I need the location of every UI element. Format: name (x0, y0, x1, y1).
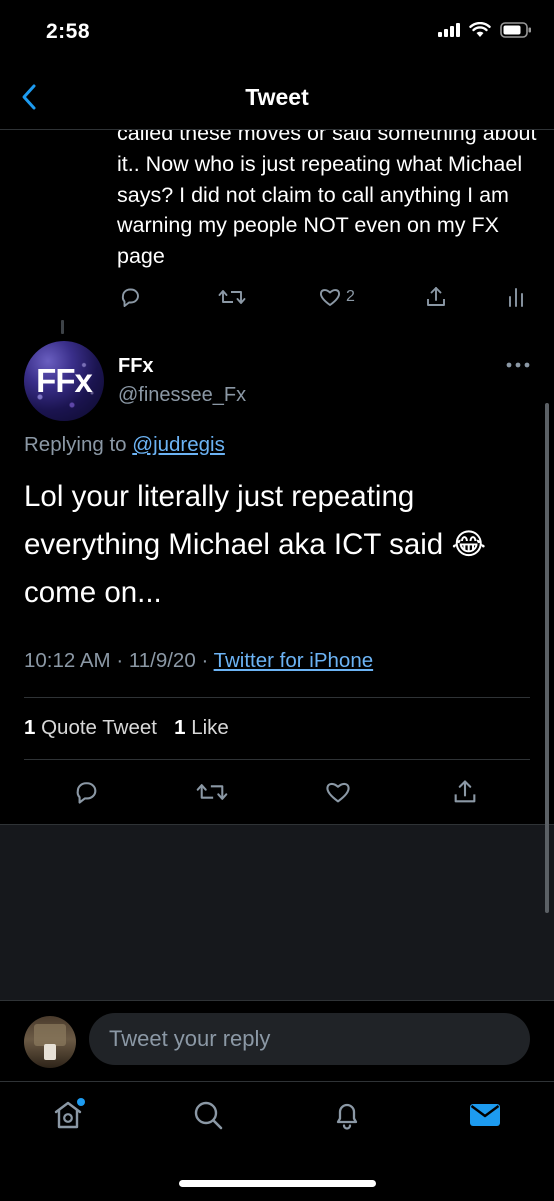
parent-tweet-actions: 2 (104, 282, 534, 312)
bell-icon (329, 1097, 365, 1133)
avatar[interactable]: FFx (24, 341, 104, 421)
retweet-button[interactable] (196, 775, 228, 809)
parent-like-button[interactable]: 2 (318, 282, 355, 312)
search-icon (190, 1097, 226, 1133)
status-icons (438, 22, 532, 38)
empty-replies-area (0, 824, 554, 1001)
current-user-avatar[interactable] (24, 1016, 76, 1068)
heart-icon (324, 778, 352, 806)
battery-icon (500, 22, 532, 38)
avatar-logo-text: FFx (36, 362, 93, 399)
parent-share-button[interactable] (424, 282, 448, 312)
like-stat[interactable]: 1 Like (174, 716, 229, 739)
user-handle[interactable]: @finessee_Fx (118, 384, 246, 407)
tab-home[interactable] (48, 1095, 88, 1135)
home-indicator (179, 1180, 376, 1187)
retweet-icon (196, 778, 228, 806)
share-button[interactable] (451, 775, 479, 809)
parent-retweet-button[interactable] (218, 282, 246, 312)
signal-icon (438, 23, 460, 37)
replying-to: Replying to @judregis (24, 433, 225, 457)
parent-tweet-text: called these moves or said something abo… (117, 130, 537, 269)
meta-separator: · (116, 649, 129, 672)
reply-icon (72, 778, 100, 806)
divider (24, 759, 530, 760)
quote-tweet-stat[interactable]: 1 Quote Tweet (24, 716, 157, 739)
thread-connector (61, 320, 64, 334)
divider (24, 697, 530, 698)
scrollbar[interactable] (545, 403, 549, 913)
reply-button[interactable] (72, 775, 100, 809)
reply-field[interactable] (89, 1013, 530, 1065)
tweet-text: Lol your literally just repeating everyt… (24, 480, 486, 609)
tweet-date: 11/9/20 (128, 649, 196, 672)
retweet-icon (218, 285, 246, 309)
like-button[interactable] (324, 775, 352, 809)
tweet-actions (24, 775, 530, 809)
analytics-icon (506, 285, 526, 309)
mail-icon (467, 1097, 503, 1133)
share-icon (424, 285, 448, 309)
tab-messages[interactable] (465, 1095, 505, 1135)
replying-to-link[interactable]: @judregis (132, 433, 225, 456)
parent-like-count: 2 (346, 288, 355, 305)
status-time: 2:58 (46, 20, 91, 43)
tweet-meta: 10:12 AM · 11/9/20 · Twitter for iPhone (24, 649, 373, 673)
tweet-time: 10:12 AM (24, 649, 111, 672)
more-options-icon[interactable] (504, 358, 532, 372)
parent-analytics-button[interactable] (506, 282, 526, 312)
quote-count: 1 (24, 716, 36, 739)
reply-input[interactable] (107, 1025, 530, 1053)
tab-search[interactable] (188, 1095, 228, 1135)
tweet-source-link[interactable]: Twitter for iPhone (214, 649, 374, 672)
like-count: 1 (174, 716, 186, 739)
parent-tweet[interactable]: called these moves or said something abo… (117, 130, 537, 272)
heart-icon (318, 285, 342, 309)
home-icon (48, 1095, 88, 1135)
wifi-icon (469, 22, 491, 38)
tab-notifications[interactable] (327, 1095, 367, 1135)
quote-label: Quote Tweet (41, 716, 157, 739)
reply-icon (118, 285, 142, 309)
like-label: Like (191, 716, 229, 739)
share-icon (451, 778, 479, 806)
tweet-stats: 1 Quote Tweet 1 Like (24, 716, 229, 740)
display-name[interactable]: FFx (118, 355, 154, 378)
parent-reply-button[interactable] (118, 282, 142, 312)
meta-separator: · (201, 649, 214, 672)
replying-to-prefix: Replying to (24, 433, 127, 456)
page-title: Tweet (245, 84, 309, 110)
